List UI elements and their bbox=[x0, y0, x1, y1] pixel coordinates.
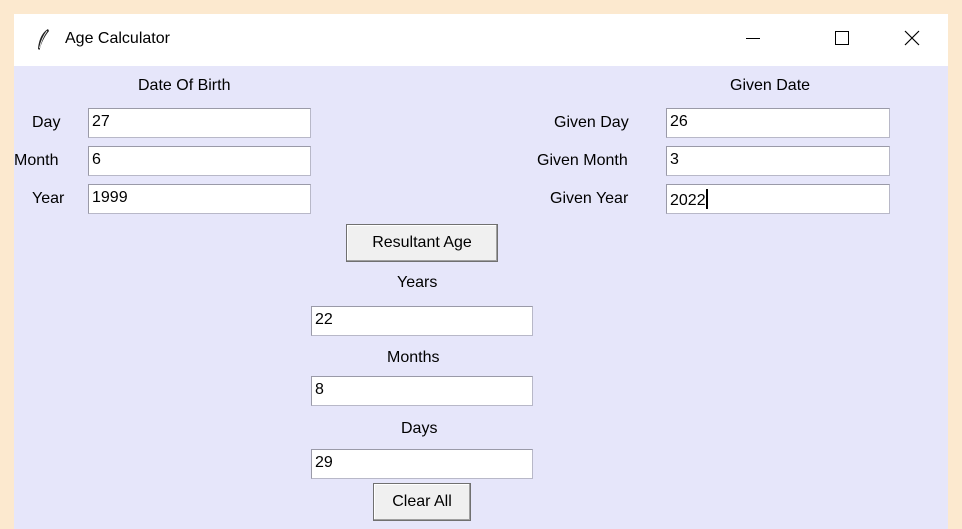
resultant-age-button[interactable]: Resultant Age bbox=[346, 224, 498, 262]
days-label: Days bbox=[401, 420, 438, 437]
minimize-button[interactable] bbox=[730, 14, 776, 66]
close-button[interactable] bbox=[889, 14, 935, 66]
years-field[interactable]: 22 bbox=[311, 306, 533, 336]
given-month-label: Given Month bbox=[537, 152, 628, 169]
birth-year-field[interactable]: 1999 bbox=[88, 184, 311, 214]
birth-heading: Date Of Birth bbox=[138, 77, 231, 94]
client-area: Date Of Birth Day 27 Month 6 Year 1999 G… bbox=[14, 66, 948, 529]
birth-day-label: Day bbox=[32, 114, 61, 131]
given-day-field[interactable]: 26 bbox=[666, 108, 890, 138]
birth-month-label: Month bbox=[14, 152, 59, 169]
title-bar[interactable]: Age Calculator bbox=[14, 14, 948, 66]
given-year-field[interactable]: 2022 bbox=[666, 184, 890, 214]
years-label: Years bbox=[397, 274, 438, 291]
birth-month-field[interactable]: 6 bbox=[88, 146, 311, 176]
given-year-value: 2022 bbox=[670, 192, 706, 209]
clear-all-button[interactable]: Clear All bbox=[373, 483, 471, 521]
close-icon bbox=[904, 30, 920, 51]
text-cursor bbox=[705, 189, 708, 209]
months-label: Months bbox=[387, 349, 440, 366]
given-heading: Given Date bbox=[730, 77, 811, 94]
maximize-icon bbox=[834, 30, 850, 51]
months-field[interactable]: 8 bbox=[311, 376, 533, 406]
feather-icon bbox=[35, 28, 51, 52]
given-day-label: Given Day bbox=[554, 114, 629, 131]
window-title: Age Calculator bbox=[65, 30, 170, 47]
given-month-field[interactable]: 3 bbox=[666, 146, 890, 176]
given-year-label: Given Year bbox=[550, 190, 629, 207]
days-field[interactable]: 29 bbox=[311, 449, 533, 479]
minimize-icon bbox=[745, 30, 761, 51]
app-window: Age Calculator Date Of Birth Day 27 Mont… bbox=[0, 0, 962, 529]
birth-day-field[interactable]: 27 bbox=[88, 108, 311, 138]
maximize-button[interactable] bbox=[819, 14, 865, 66]
birth-year-label: Year bbox=[32, 190, 65, 207]
